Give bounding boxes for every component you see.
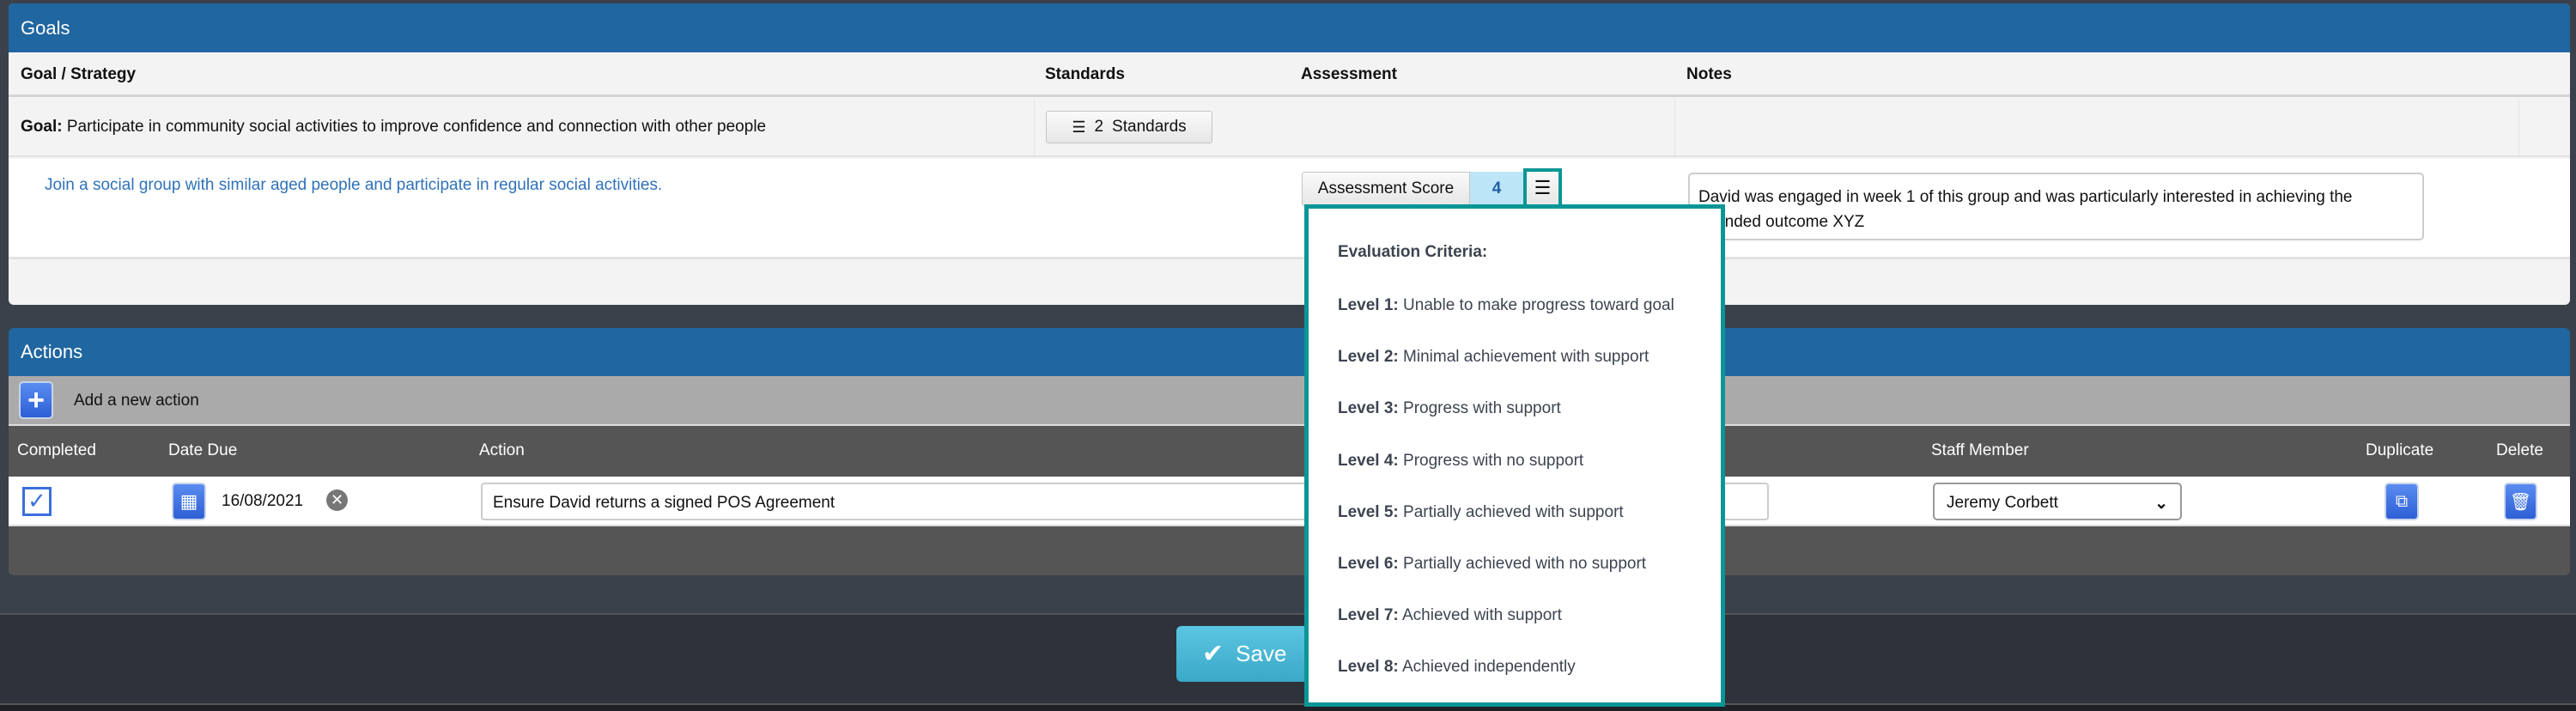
goals-column-header: Goal / Strategy Standards Assessment Not… <box>9 52 2570 97</box>
evaluation-criteria-popup: Evaluation Criteria: Level 1: Unable to … <box>1304 204 1725 707</box>
assessment-score-button[interactable]: Assessment Score <box>1302 172 1470 206</box>
calendar-icon[interactable]: ▦ <box>172 483 206 520</box>
hamburger-icon: ☰ <box>1534 177 1552 198</box>
chevron-down-icon: ⌄ <box>2154 495 2168 513</box>
col-standards: Standards <box>1045 65 1125 83</box>
goals-panel: Goals Goal / Strategy Standards Assessme… <box>9 3 2570 305</box>
completed-checkbox[interactable]: ✓ <box>22 487 52 516</box>
add-action-label: Add a new action <box>74 392 199 410</box>
assessment-score-label: Assessment Score <box>1317 179 1455 198</box>
actions-title: Actions <box>21 341 83 362</box>
criteria-level-3: Level 3: Progress with support <box>1338 399 1561 417</box>
goals-header: Goals <box>9 3 2570 52</box>
standards-label: Standards <box>1112 118 1187 136</box>
clear-date-icon[interactable]: ✕ <box>326 489 348 511</box>
check-icon: ✔ <box>1202 640 1224 668</box>
actions-panel: Actions + Add a new action Completed Dat… <box>9 328 2570 575</box>
col-notes: Notes <box>1686 65 1732 83</box>
goal-row: Goal: Participate in community social ac… <box>9 99 2570 157</box>
col-date-due: Date Due <box>168 441 238 459</box>
actions-column-header: Completed Date Due Action Staff Member D… <box>9 427 2570 475</box>
col-delete: Delete <box>2496 441 2543 459</box>
assessment-score-value: 4 <box>1470 172 1523 206</box>
save-label: Save <box>1236 641 1287 666</box>
duplicate-icon[interactable]: ⧉ <box>2385 483 2419 520</box>
criteria-level-2: Level 2: Minimal achievement with suppor… <box>1338 348 1649 366</box>
goal-text: Goal: Participate in community social ac… <box>21 118 766 137</box>
criteria-level-4: Level 4: Progress with no support <box>1338 452 1584 470</box>
strategy-row: Join a social group with similar aged pe… <box>9 159 2570 259</box>
add-icon[interactable]: + <box>19 381 53 419</box>
criteria-level-8: Level 8: Achieved independently <box>1338 658 1576 676</box>
col-duplicate: Duplicate <box>2366 441 2434 459</box>
goals-title: Goals <box>21 16 70 39</box>
staff-member-value: Jeremy Corbett <box>1947 494 2058 512</box>
criteria-level-5: Level 5: Partially achieved with support <box>1338 503 1624 521</box>
col-action: Action <box>479 441 525 459</box>
add-action-row[interactable]: + Add a new action <box>9 376 2570 426</box>
actions-header: Actions <box>9 328 2570 376</box>
criteria-level-7: Level 7: Achieved with support <box>1338 606 1562 624</box>
criteria-title: Evaluation Criteria: <box>1338 243 1488 261</box>
goal-description: Participate in community social activiti… <box>66 118 767 136</box>
criteria-menu-button[interactable]: ☰ <box>1523 168 1562 208</box>
criteria-level-6: Level 6: Partially achieved with no supp… <box>1338 555 1647 573</box>
standards-count: 2 <box>1094 118 1104 136</box>
strategy-text: Join a social group with similar aged pe… <box>45 176 663 194</box>
col-goal-strategy: Goal / Strategy <box>21 65 137 83</box>
staff-member-select[interactable]: Jeremy Corbett ⌄ <box>1933 483 2182 520</box>
notes-textarea[interactable]: David was engaged in week 1 of this grou… <box>1688 173 2424 240</box>
delete-trash-icon[interactable]: 🗑 <box>2504 483 2537 520</box>
col-staff-member: Staff Member <box>1931 441 2029 459</box>
date-due-value: 16/08/2021 <box>222 492 304 510</box>
criteria-level-1: Level 1: Unable to make progress toward … <box>1338 296 1674 314</box>
standards-button[interactable]: ☰ 2 Standards <box>1046 111 1212 143</box>
list-icon: ☰ <box>1072 118 1086 136</box>
col-completed: Completed <box>17 441 96 459</box>
action-row: ✓ ▦ 16/08/2021 ✕ Ensure David returns a … <box>9 477 2570 526</box>
goal-label: Goal: <box>21 118 63 136</box>
col-assessment: Assessment <box>1301 65 1397 83</box>
